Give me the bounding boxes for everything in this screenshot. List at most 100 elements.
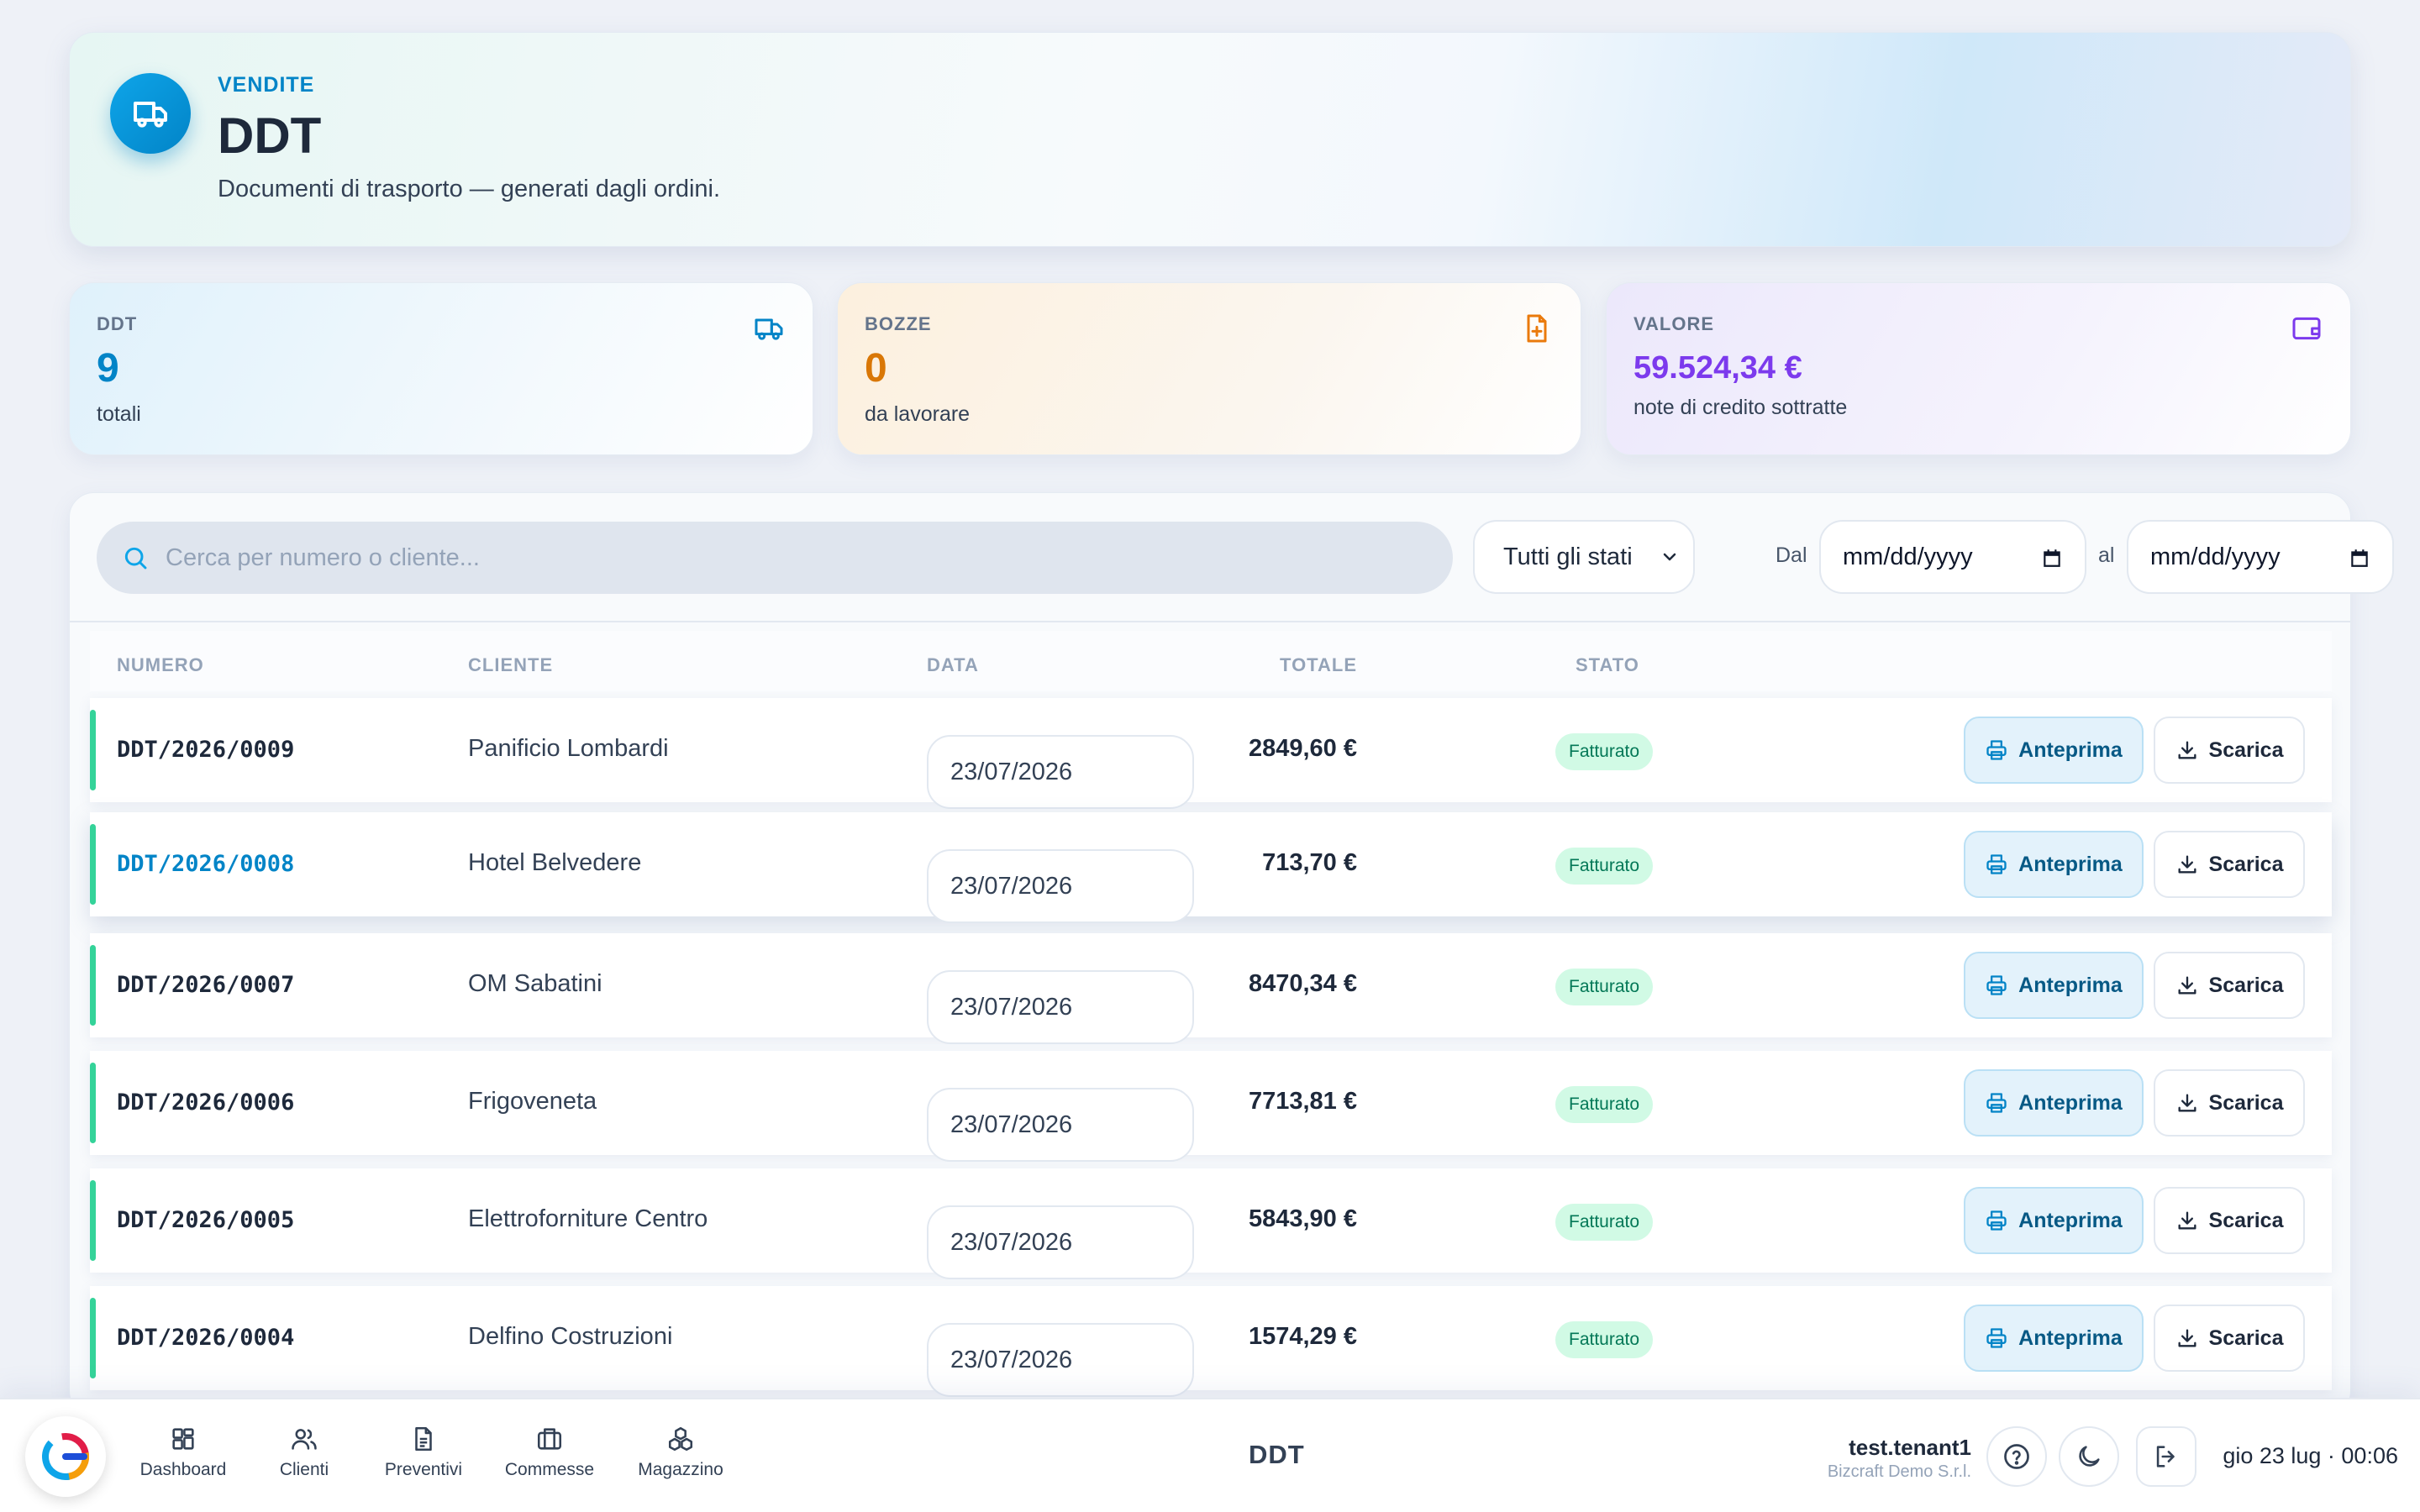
status-badge: Fatturato — [1555, 1321, 1654, 1358]
stat-card-ddt: DDT 9 totali — [69, 282, 813, 455]
column-header-client[interactable]: CLIENTE — [468, 654, 553, 676]
ddt-table-panel: Tutti gli stati Dal mm/dd/yyyy al mm/dd/… — [69, 492, 2394, 1398]
date-to-input[interactable]: mm/dd/yyyy — [2127, 520, 2394, 594]
ddt-number[interactable]: DDT/2026/0004 — [117, 1325, 294, 1351]
nav-label: Magazzino — [638, 1460, 723, 1479]
bottom-dock: Dashboard Clienti Preventivi Commesse Ma… — [0, 1398, 2420, 1512]
date-from-label: Dal — [1776, 543, 1807, 567]
dashboard-icon — [172, 1428, 194, 1450]
nav-magazzino[interactable]: Magazzino — [622, 1425, 739, 1480]
table-row[interactable]: DDT/2026/0007 OM Sabatini 23/07/2026 847… — [90, 933, 2332, 1044]
status-badge: Fatturato — [1555, 1204, 1654, 1241]
download-button[interactable]: Scarica — [2154, 1305, 2305, 1372]
nav-clienti[interactable]: Clienti — [245, 1425, 363, 1480]
table-row[interactable]: DDT/2026/0009 Panificio Lombardi 23/07/2… — [90, 698, 2332, 809]
stat-value: 9 — [97, 346, 119, 391]
download-label: Scarica — [2208, 1208, 2284, 1232]
download-button[interactable]: Scarica — [2154, 1187, 2305, 1254]
ddt-total: 1574,29 € — [1248, 1323, 1357, 1350]
nav-preventivi[interactable]: Preventivi — [365, 1425, 482, 1480]
ddt-date: 23/07/2026 — [927, 735, 1194, 809]
status-select[interactable]: Tutti gli stati — [1473, 520, 1695, 594]
table-row[interactable]: DDT/2026/0004 Delfino Costruzioni 23/07/… — [90, 1286, 2332, 1397]
date-from-input[interactable]: mm/dd/yyyy — [1819, 520, 2086, 594]
ddt-date: 23/07/2026 — [927, 1323, 1194, 1397]
page-title: DDT — [218, 108, 322, 164]
printer-icon — [1986, 1210, 2007, 1231]
preview-button[interactable]: Anteprima — [1964, 952, 2144, 1019]
column-header-status[interactable]: STATO — [1576, 654, 1639, 676]
client-name: Hotel Belvedere — [468, 849, 642, 876]
preview-button[interactable]: Anteprima — [1964, 831, 2144, 898]
preview-label: Anteprima — [2018, 973, 2123, 997]
download-label: Scarica — [2208, 852, 2284, 876]
status-select-value: Tutti gli stati — [1503, 543, 1633, 570]
ddt-number[interactable]: DDT/2026/0007 — [117, 972, 294, 998]
download-icon — [2178, 1211, 2196, 1230]
stat-label: BOZZE — [865, 313, 932, 334]
preview-button[interactable]: Anteprima — [1964, 1187, 2144, 1254]
boxes-icon — [668, 1426, 693, 1452]
user-organization: Bizcraft Demo S.r.l. — [1827, 1462, 1971, 1481]
status-badge: Fatturato — [1555, 848, 1654, 885]
wallet-icon — [2292, 317, 2321, 340]
status-badge: Fatturato — [1555, 1086, 1654, 1123]
printer-icon — [1986, 975, 2007, 995]
table-row[interactable]: DDT/2026/0008 Hotel Belvedere 23/07/2026… — [90, 812, 2332, 923]
ddt-number[interactable]: DDT/2026/0008 — [117, 851, 294, 877]
preview-label: Anteprima — [2018, 852, 2123, 876]
section-kicker: VENDITE — [218, 73, 315, 97]
ddt-date: 23/07/2026 — [927, 1205, 1194, 1279]
nav-label: Commesse — [504, 1460, 595, 1479]
nav-dashboard[interactable]: Dashboard — [124, 1425, 242, 1480]
search-box[interactable] — [97, 522, 1453, 594]
download-button[interactable]: Scarica — [2154, 952, 2305, 1019]
preview-button[interactable]: Anteprima — [1964, 1069, 2144, 1137]
date-from-placeholder: mm/dd/yyyy — [1843, 543, 1973, 570]
preview-button[interactable]: Anteprima — [1964, 1305, 2144, 1372]
table-row[interactable]: DDT/2026/0006 Frigoveneta 23/07/2026 771… — [90, 1051, 2332, 1162]
search-icon — [124, 547, 147, 570]
table-row[interactable]: DDT/2026/0005 Elettroforniture Centro 23… — [90, 1168, 2332, 1279]
client-name: Delfino Costruzioni — [468, 1323, 673, 1350]
download-button[interactable]: Scarica — [2154, 831, 2305, 898]
page-header: VENDITE DDT Documenti di trasporto — gen… — [69, 32, 2351, 247]
logout-icon — [2156, 1446, 2175, 1467]
calendar-icon[interactable] — [2349, 547, 2370, 569]
column-header-number[interactable]: NUMERO — [117, 654, 204, 676]
truck-icon — [755, 318, 783, 340]
page-subtitle: Documenti di trasporto — generati dagli … — [218, 176, 721, 202]
dock-page-title: DDT — [1249, 1440, 1305, 1469]
stat-note: da lavorare — [865, 402, 971, 426]
preview-button[interactable]: Anteprima — [1964, 717, 2144, 784]
client-name: Elettroforniture Centro — [468, 1205, 708, 1232]
search-input[interactable] — [166, 543, 1453, 572]
download-button[interactable]: Scarica — [2154, 717, 2305, 784]
download-label: Scarica — [2208, 1090, 2284, 1115]
document-icon — [415, 1426, 432, 1452]
page: VENDITE DDT Documenti di trasporto — gen… — [0, 0, 2420, 1398]
download-icon — [2178, 976, 2196, 995]
ddt-number[interactable]: DDT/2026/0005 — [117, 1207, 294, 1233]
truck-icon — [110, 73, 191, 154]
nav-label: Clienti — [279, 1460, 329, 1479]
stat-label: DDT — [97, 313, 138, 334]
column-header-total[interactable]: TOTALE — [1280, 654, 1357, 676]
nav-commesse[interactable]: Commesse — [491, 1425, 608, 1480]
download-button[interactable]: Scarica — [2154, 1069, 2305, 1137]
column-header-date[interactable]: DATA — [927, 654, 979, 676]
ddt-number[interactable]: DDT/2026/0006 — [117, 1089, 294, 1116]
app-logo[interactable] — [25, 1416, 106, 1497]
ddt-number[interactable]: DDT/2026/0009 — [117, 737, 294, 763]
logout-button[interactable] — [2136, 1426, 2196, 1487]
filter-toolbar: Tutti gli stati Dal mm/dd/yyyy al mm/dd/… — [70, 493, 2394, 622]
preview-label: Anteprima — [2018, 738, 2123, 762]
user-info[interactable]: test.tenant1 Bizcraft Demo S.r.l. — [1828, 1435, 1971, 1482]
theme-toggle-button[interactable] — [2059, 1426, 2119, 1487]
help-button[interactable] — [1986, 1426, 2047, 1487]
client-name: Frigoveneta — [468, 1088, 597, 1115]
calendar-icon[interactable] — [2041, 547, 2063, 569]
stat-label: VALORE — [1634, 313, 1715, 334]
status-badge: Fatturato — [1555, 733, 1654, 770]
printer-icon — [1986, 1093, 2007, 1113]
